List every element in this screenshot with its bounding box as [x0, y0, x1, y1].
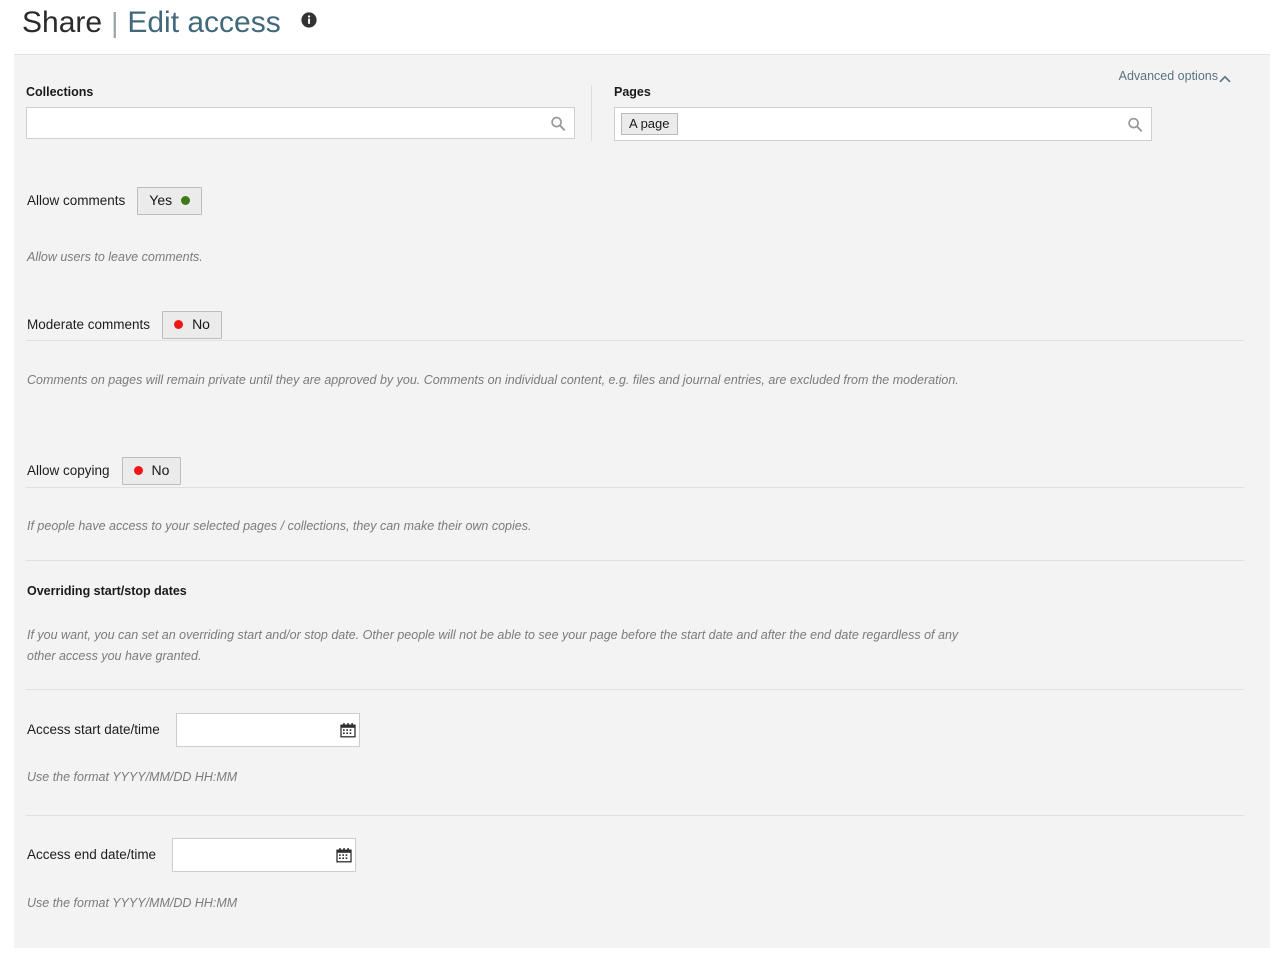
moderate-comments-toggle-label: No	[192, 316, 210, 332]
share-edit-access-page: Share | Edit access Advanced options Col…	[0, 0, 1284, 965]
allow-comments-help: Allow users to leave comments.	[27, 250, 203, 264]
page-title: Share	[22, 6, 103, 39]
access-end-date-input[interactable]	[172, 838, 357, 872]
access-end-date-label: Access end date/time	[27, 847, 157, 862]
allow-comments-toggle-label: Yes	[149, 192, 173, 208]
field-allow-copying: Allow copying No If people have access t…	[14, 457, 1270, 537]
collections-column: Collections	[14, 85, 592, 141]
divider	[26, 689, 1244, 690]
pages-column: Pages A page	[592, 85, 1152, 141]
divider	[26, 815, 1244, 816]
advanced-options-toggle[interactable]: Advanced options	[1118, 69, 1231, 84]
divider	[26, 560, 1244, 561]
allow-comments-toggle[interactable]: Yes	[137, 187, 203, 215]
chevron-up-icon	[1219, 73, 1231, 84]
field-allow-comments: Allow comments Yes Allow users to leave …	[14, 187, 1270, 268]
share-settings-panel: Advanced options Collections Pages A pag…	[14, 54, 1270, 948]
title-separator: |	[111, 7, 119, 38]
access-start-date-label: Access start date/time	[27, 722, 160, 737]
search-icon[interactable]	[550, 116, 566, 131]
advanced-options-label: Advanced options	[1118, 69, 1218, 83]
allow-copying-toggle[interactable]: No	[121, 457, 182, 485]
pages-selected-chip[interactable]: A page	[621, 113, 678, 135]
moderate-comments-help: Comments on pages will remain private un…	[27, 373, 959, 387]
section-overriding-dates: Overriding start/stop dates If you want,…	[14, 583, 1270, 667]
access-start-date-input[interactable]	[175, 713, 360, 747]
selector-row: Collections Pages A page	[14, 85, 1270, 141]
page-title-bar: Share | Edit access	[22, 0, 317, 46]
overriding-dates-heading: Overriding start/stop dates	[27, 584, 187, 598]
access-start-date-help: Use the format YYYY/MM/DD HH:MM	[27, 770, 238, 784]
status-dot-red-icon	[133, 466, 143, 475]
collections-label: Collections	[26, 85, 94, 99]
pages-search-input[interactable]	[677, 108, 1117, 140]
allow-copying-label: Allow copying	[27, 463, 110, 478]
collections-search-box[interactable]	[26, 107, 575, 139]
calendar-icon[interactable]	[336, 847, 352, 863]
access-start-date-wrap	[175, 713, 360, 747]
access-end-date-help: Use the format YYYY/MM/DD HH:MM	[27, 896, 238, 910]
allow-comments-label: Allow comments	[27, 193, 126, 208]
allow-copying-help: If people have access to your selected p…	[27, 519, 532, 533]
search-icon[interactable]	[1127, 117, 1143, 132]
pages-label: Pages	[614, 85, 651, 99]
moderate-comments-toggle[interactable]: No	[162, 311, 222, 339]
status-dot-red-icon	[174, 320, 184, 329]
moderate-comments-label: Moderate comments	[27, 317, 151, 332]
overriding-dates-help: If you want, you can set an overriding s…	[27, 628, 959, 663]
status-dot-green-icon	[181, 196, 191, 205]
field-access-start-date: Access start date/time Use the format YY…	[14, 713, 1270, 788]
allow-copying-toggle-label: No	[151, 462, 170, 478]
info-circle-icon[interactable]	[301, 12, 317, 28]
edit-access-link[interactable]: Edit access	[127, 6, 280, 40]
calendar-icon[interactable]	[340, 722, 356, 738]
pages-search-box[interactable]: A page	[614, 107, 1152, 141]
collections-search-input[interactable]	[33, 108, 540, 138]
field-access-end-date: Access end date/time Use the format YYYY…	[14, 838, 1270, 914]
field-moderate-comments: Moderate comments No Comments on pages w…	[14, 311, 1270, 391]
access-end-date-wrap	[172, 838, 357, 872]
